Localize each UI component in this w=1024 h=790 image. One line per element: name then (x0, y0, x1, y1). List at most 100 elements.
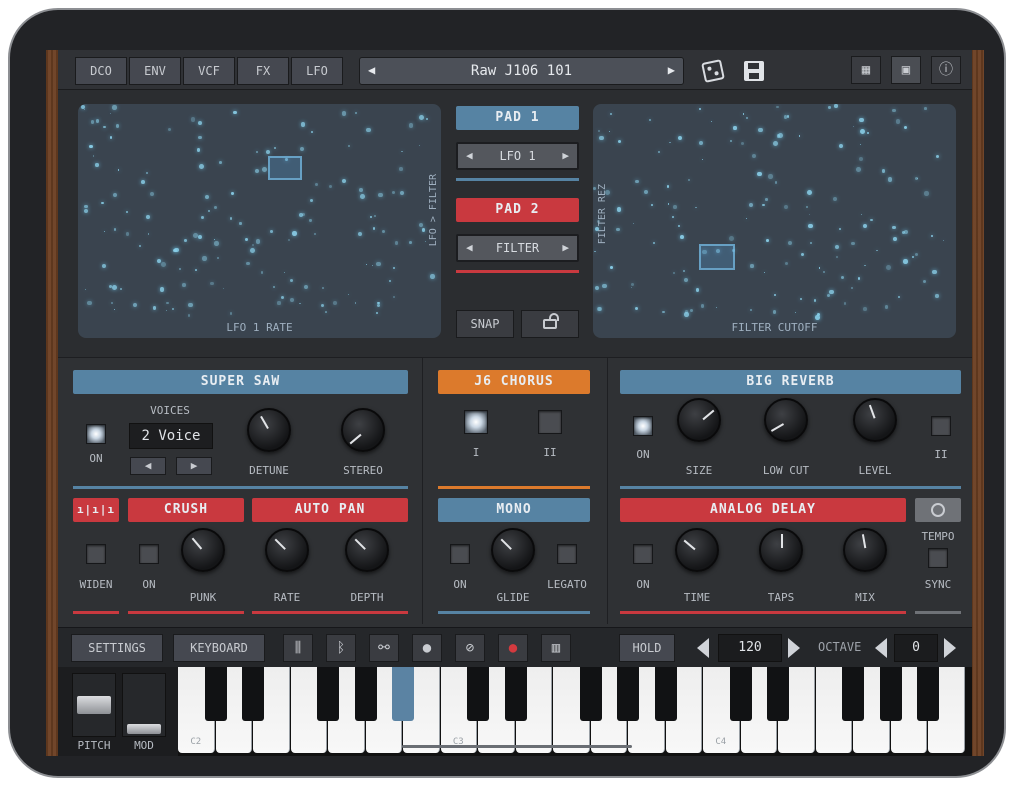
reverb-header[interactable]: BIG REVERB (620, 370, 961, 394)
pad-1-target-next[interactable]: ▶ (562, 149, 569, 162)
black-key[interactable] (354, 667, 377, 721)
widen-toggle[interactable] (86, 544, 106, 564)
stereo-knob[interactable] (341, 408, 385, 452)
snap-button[interactable]: SNAP (456, 310, 514, 338)
voices-decrease-button[interactable]: ◀ (130, 457, 166, 475)
pitch-wheel[interactable] (72, 673, 116, 737)
detune-knob[interactable] (247, 408, 291, 452)
punk-knob[interactable] (181, 528, 225, 572)
tab-vcf[interactable]: VCF (183, 57, 235, 85)
taps-label: TAPS (767, 591, 795, 604)
particle (850, 286, 853, 289)
reverb-ii-toggle[interactable] (931, 416, 951, 436)
pad-1-button[interactable]: PAD 1 (456, 106, 579, 130)
crush-on-toggle[interactable] (139, 544, 159, 564)
pad-view-icon[interactable]: ▣ (891, 56, 921, 84)
particle (229, 217, 233, 220)
keyboard-button[interactable]: KEYBOARD (173, 634, 265, 662)
pad-2-button[interactable]: PAD 2 (456, 198, 579, 222)
black-key[interactable] (204, 667, 227, 721)
auto-pan-header[interactable]: AUTO PAN (252, 498, 408, 522)
crush-header[interactable]: CRUSH (128, 498, 244, 522)
pad-2-target-selector[interactable]: ◀ FILTER ▶ (456, 234, 579, 262)
level-knob[interactable] (853, 398, 897, 442)
glide-knob[interactable] (491, 528, 535, 572)
black-key[interactable] (879, 667, 902, 721)
chorus-header[interactable]: J6 CHORUS (438, 370, 590, 394)
black-key[interactable] (729, 667, 752, 721)
octave-decrease-icon[interactable] (875, 638, 887, 658)
mod-wheel[interactable] (122, 673, 166, 737)
size-knob[interactable] (677, 398, 721, 442)
super-saw-on-toggle[interactable] (86, 424, 106, 444)
pad-1-target-value: LFO 1 (499, 149, 536, 163)
taps-knob[interactable] (759, 528, 803, 572)
black-key[interactable] (317, 667, 339, 721)
particle (765, 239, 769, 242)
save-icon[interactable] (744, 61, 764, 81)
palette-icon[interactable]: ● (412, 634, 442, 662)
octave-increase-icon[interactable] (944, 638, 956, 658)
tempo-display[interactable]: 120 (718, 634, 782, 662)
rate-knob[interactable] (265, 528, 309, 572)
panic-icon[interactable]: ⊘ (455, 634, 485, 662)
xy-pad-2[interactable]: FILTER CUTOFF FILTER REZ (593, 104, 956, 338)
mono-on-toggle[interactable] (450, 544, 470, 564)
tab-dco[interactable]: DCO (75, 57, 127, 85)
black-key[interactable] (767, 667, 789, 721)
super-saw-header[interactable]: SUPER SAW (73, 370, 408, 394)
chorus-i-toggle[interactable] (464, 410, 488, 434)
black-key[interactable] (617, 667, 639, 721)
particle (932, 269, 938, 275)
legato-toggle[interactable] (557, 544, 577, 564)
black-key[interactable] (467, 667, 489, 721)
tempo-decrease-icon[interactable] (697, 638, 709, 658)
piano-icon[interactable]: ▥ (541, 634, 571, 662)
particle (657, 150, 661, 154)
reverb-on-toggle[interactable] (633, 416, 653, 436)
mix-knob[interactable] (843, 528, 887, 572)
particle (302, 212, 306, 217)
mono-header[interactable]: MONO (438, 498, 590, 522)
analog-delay-header[interactable]: ANALOG DELAY (620, 498, 906, 522)
link-icon[interactable]: ⚯ (369, 634, 399, 662)
tempo-increase-icon[interactable] (788, 638, 800, 658)
black-key[interactable] (917, 667, 939, 721)
time-knob[interactable] (675, 528, 719, 572)
particle (895, 119, 900, 124)
pad-1-target-selector[interactable]: ◀ LFO 1 ▶ (456, 142, 579, 170)
depth-knob[interactable] (345, 528, 389, 572)
voices-increase-button[interactable]: ▶ (176, 457, 212, 475)
delay-on-toggle[interactable] (633, 544, 653, 564)
hold-button[interactable]: HOLD (619, 634, 675, 662)
dice-icon[interactable] (701, 59, 725, 83)
tab-env[interactable]: ENV (129, 57, 181, 85)
tab-lfo[interactable]: LFO (291, 57, 343, 85)
black-key[interactable] (504, 667, 527, 721)
black-key[interactable] (842, 667, 864, 721)
tab-fx[interactable]: FX (237, 57, 289, 85)
tempo-sync-button[interactable] (915, 498, 961, 522)
low-cut-knob[interactable] (764, 398, 808, 442)
pad-2-target-next[interactable]: ▶ (562, 241, 569, 254)
bluetooth-icon[interactable]: ᛒ (326, 634, 356, 662)
black-key[interactable] (392, 667, 414, 721)
widen-header-button[interactable]: ı|ı|ı (73, 498, 119, 522)
grid-view-icon[interactable]: ▦ (851, 56, 881, 84)
piano-keyboard[interactable]: C2 C3 C4 (178, 667, 972, 756)
particle (200, 215, 204, 219)
chorus-ii-toggle[interactable] (538, 410, 562, 434)
record-icon[interactable]: ● (498, 634, 528, 662)
octave-display[interactable]: 0 (894, 634, 938, 662)
preset-next-button[interactable]: ▶ (668, 63, 675, 77)
lock-button[interactable] (521, 310, 579, 338)
black-key[interactable] (242, 667, 264, 721)
particle (309, 219, 312, 222)
sync-toggle[interactable] (928, 548, 948, 568)
sliders-icon[interactable]: ⫼ (283, 634, 313, 662)
settings-button[interactable]: SETTINGS (71, 634, 163, 662)
xy-pad-1[interactable]: LFO 1 RATE LFO > FILTER (78, 104, 441, 338)
black-key[interactable] (654, 667, 677, 721)
info-icon[interactable]: ⓘ (931, 56, 961, 84)
black-key[interactable] (579, 667, 602, 721)
